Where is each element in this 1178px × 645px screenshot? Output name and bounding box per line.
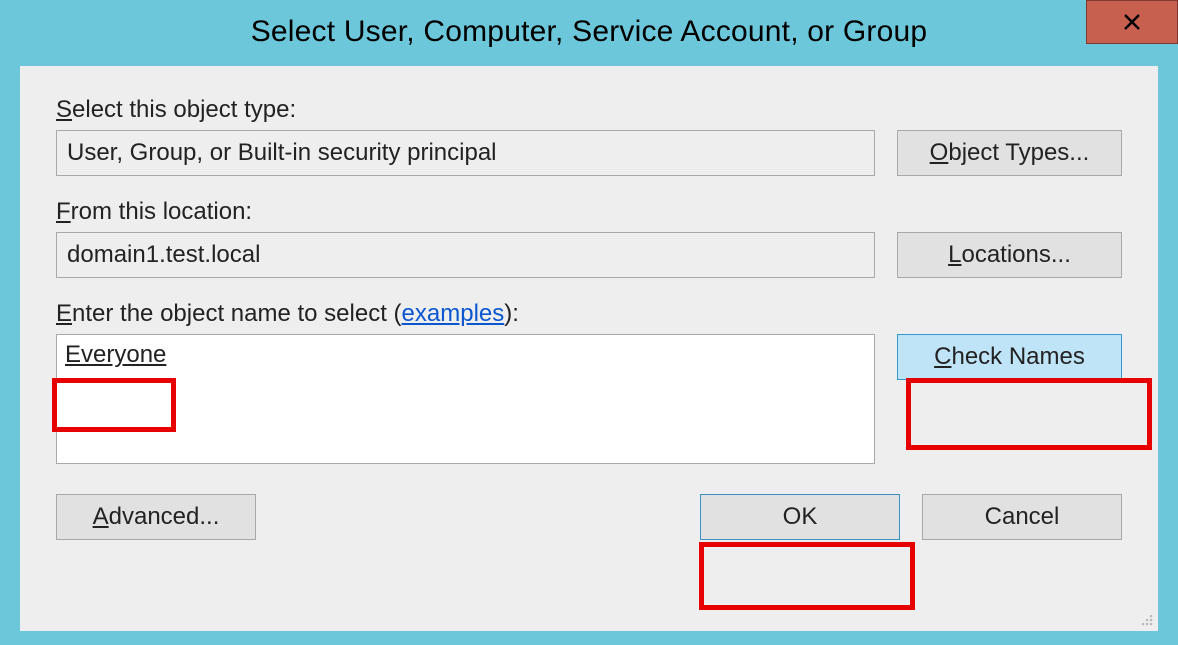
location-field: domain1.test.local [56, 232, 875, 278]
object-type-label: Select this object type: [56, 96, 1122, 124]
object-names-label: Enter the object name to select (example… [56, 300, 1122, 328]
close-button[interactable] [1086, 0, 1178, 44]
dialog-window: Select User, Computer, Service Account, … [0, 0, 1178, 645]
cancel-button[interactable]: Cancel [922, 494, 1122, 540]
advanced-button[interactable]: Advanced... [56, 494, 256, 540]
resolved-name: Everyone [65, 341, 168, 369]
object-names-input[interactable]: Everyone [56, 334, 875, 464]
examples-link[interactable]: examples [402, 300, 505, 327]
titlebar: Select User, Computer, Service Account, … [0, 0, 1178, 64]
ok-button[interactable]: OK [700, 494, 900, 540]
locations-button[interactable]: Locations... [897, 232, 1122, 278]
window-title: Select User, Computer, Service Account, … [251, 15, 928, 49]
object-type-field: User, Group, or Built-in security princi… [56, 130, 875, 176]
check-names-button[interactable]: Check Names [897, 334, 1122, 380]
resize-grip-icon[interactable] [1138, 611, 1154, 627]
location-label: From this location: [56, 198, 1122, 226]
close-icon [1122, 12, 1142, 32]
object-types-button[interactable]: Object Types... [897, 130, 1122, 176]
dialog-content: Select this object type: User, Group, or… [20, 66, 1158, 631]
